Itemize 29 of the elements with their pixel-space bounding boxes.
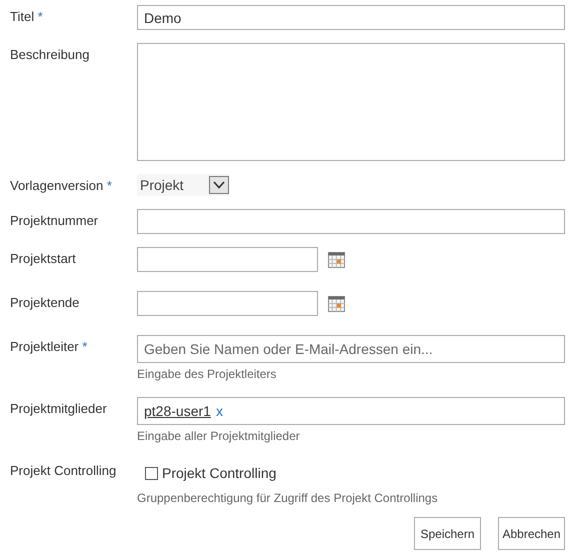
- date-field[interactable]: [137, 247, 318, 272]
- calendar-icon[interactable]: [328, 296, 345, 312]
- checkbox-label: Projekt Controlling: [162, 465, 276, 481]
- remove-link[interactable]: x: [216, 403, 223, 419]
- people-field[interactable]: Geben Sie Namen oder E-Mail-Adressen ein...: [137, 335, 565, 363]
- user-link[interactable]: pt28-user1: [144, 403, 211, 419]
- checkbox[interactable]: [145, 466, 158, 480]
- chevron-down-icon[interactable]: [209, 176, 229, 194]
- field-label: Projekt Controlling: [10, 462, 118, 480]
- field-label: Beschreibung: [10, 46, 90, 64]
- calendar-icon[interactable]: [328, 252, 345, 268]
- field-label: Projektnummer: [10, 212, 100, 230]
- form-button[interactable]: Speichern: [414, 517, 481, 550]
- description-field[interactable]: [137, 43, 565, 161]
- people-field[interactable]: pt28-user1 x: [137, 397, 565, 425]
- form-button[interactable]: Abbrechen: [498, 517, 565, 550]
- field-label: Projektstart: [10, 250, 77, 268]
- hint-text: Gruppenberechtigung für Zugriff des Projekt Controllings: [137, 491, 439, 505]
- hint-text: Eingabe aller Projektmitglieder: [137, 429, 301, 443]
- text-field[interactable]: Demo: [137, 5, 565, 30]
- field-label: Vorlagenversion *: [10, 177, 113, 195]
- field-label: Projektleiter *: [10, 338, 88, 356]
- template-dropdown[interactable]: Projekt: [137, 174, 229, 196]
- text-field[interactable]: [137, 209, 565, 234]
- field-label: Projektmitglieder: [10, 400, 108, 418]
- field-label: Projektende: [10, 294, 80, 312]
- hint-text: Eingabe des Projektleiters: [137, 367, 278, 381]
- date-field[interactable]: [137, 291, 318, 316]
- field-label: Titel *: [10, 8, 44, 26]
